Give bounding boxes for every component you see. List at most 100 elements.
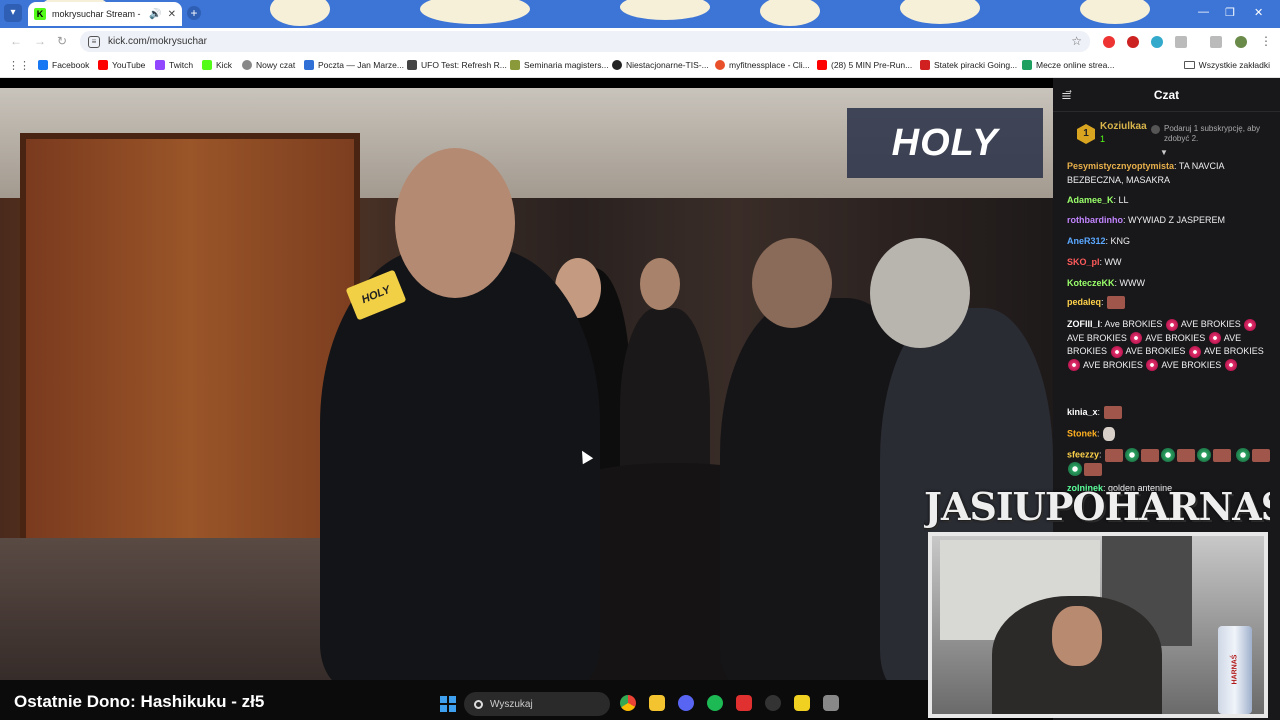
- site-info-icon[interactable]: ≡: [88, 35, 100, 48]
- emote: [1197, 448, 1212, 462]
- file-explorer-icon[interactable]: [649, 695, 665, 711]
- maximize-icon[interactable]: ❐: [1225, 6, 1235, 19]
- emote: [1161, 448, 1176, 462]
- kick-favicon: K: [34, 8, 46, 20]
- bookmark-ufo-test[interactable]: UFO Test: Refresh R...: [407, 60, 507, 70]
- bookmark-statek[interactable]: Statek piracki Going...: [920, 60, 1017, 70]
- close-window-icon[interactable]: ✕: [1254, 6, 1263, 19]
- bookmark-youtube[interactable]: YouTube: [98, 60, 145, 70]
- video-person-head: [870, 238, 970, 348]
- emote: [1068, 462, 1082, 476]
- puzzle-icon[interactable]: [1175, 36, 1187, 48]
- emote: [1107, 296, 1126, 310]
- cloud-decoration: [760, 0, 820, 26]
- cloud-decoration: [420, 0, 530, 24]
- bookmark-poczta[interactable]: Poczta — Jan Marze...: [304, 60, 404, 70]
- speaker-icon[interactable]: 🔊: [149, 9, 161, 20]
- app-icon[interactable]: [736, 695, 752, 711]
- bookmark-twitch[interactable]: Twitch: [155, 60, 193, 70]
- avatar[interactable]: [1235, 36, 1247, 48]
- emote: [1103, 406, 1122, 420]
- all-bookmarks-button[interactable]: Wszystkie zakładki: [1183, 60, 1270, 70]
- bookmark-pre-run[interactable]: (28) 5 MIN Pre-Run...: [817, 60, 912, 70]
- extension-icon[interactable]: [1127, 36, 1139, 48]
- facecam: HARNAŚ: [928, 532, 1268, 718]
- reload-icon[interactable]: ↻: [57, 34, 67, 48]
- video-person-head: [640, 258, 680, 310]
- url-field[interactable]: ≡ kick.com/mokrysuchar ☆: [80, 31, 1090, 52]
- bookmark-kick[interactable]: Kick: [202, 60, 232, 70]
- emote: [1103, 427, 1116, 441]
- bookmark-niestacjonarne[interactable]: Niestacjonarne-TIS-...: [612, 60, 709, 70]
- chat-message: AneR312: KNG: [1067, 236, 1131, 246]
- menu-icon[interactable]: ⋮: [1260, 34, 1272, 48]
- emote: [1068, 359, 1080, 372]
- apps-icon[interactable]: ⋮⋮: [8, 59, 30, 72]
- chat-message: Stonek:: [1067, 427, 1273, 441]
- chat-icon: [242, 60, 252, 70]
- gift-sub-prompt[interactable]: Podaruj 1 subskrypcję, aby zdobyć 2.: [1151, 124, 1264, 144]
- emote: [1244, 318, 1257, 331]
- chrome-icon[interactable]: [620, 695, 636, 711]
- downloads-icon[interactable]: [1210, 36, 1222, 48]
- emote: [1130, 332, 1143, 345]
- forward-icon[interactable]: →: [34, 34, 46, 48]
- discord-icon[interactable]: [678, 695, 694, 711]
- chat-message: sfeezzy:: [1067, 448, 1273, 476]
- emote: [1188, 345, 1201, 358]
- beer-can: HARNAŚ: [1218, 626, 1252, 714]
- emote: [1235, 448, 1250, 462]
- app-icon[interactable]: [823, 695, 839, 711]
- emote: [1105, 448, 1124, 462]
- chat-message: kinia_x:: [1067, 406, 1273, 420]
- chat-message: ZOFIII_I: Ave BROKIES AVE BROKIES AVE BR…: [1067, 318, 1264, 372]
- active-tab[interactable]: K mokrysuchar Stream - Wat 🔊 ✕: [28, 2, 182, 26]
- back-icon[interactable]: ←: [10, 34, 22, 48]
- extension-icon[interactable]: [1151, 36, 1163, 48]
- windows-start-icon[interactable]: [440, 696, 456, 712]
- video-player[interactable]: HOLY HOLY: [0, 88, 1053, 680]
- spotify-icon[interactable]: [707, 695, 723, 711]
- expand-leaderboard-icon[interactable]: ▼: [1160, 148, 1168, 157]
- emote: [1125, 448, 1140, 462]
- tab-search-button[interactable]: ▾: [4, 4, 22, 22]
- chat-message: pedaleq:: [1067, 296, 1273, 310]
- ufo-icon: [407, 60, 417, 70]
- new-tab-button[interactable]: +: [187, 6, 201, 20]
- chat-message: rothbardinho: WYWIAD Z JASPEREM: [1067, 215, 1226, 225]
- football-icon: [1022, 60, 1032, 70]
- bookmark-facebook[interactable]: Facebook: [38, 60, 89, 70]
- search-icon: [474, 699, 483, 709]
- video-person-head: [752, 238, 832, 328]
- minimize-icon[interactable]: —: [1198, 6, 1209, 18]
- globe-icon: [612, 60, 622, 70]
- bookmark-seminaria[interactable]: Seminaria magisters...: [510, 60, 609, 70]
- fitness-icon: [715, 60, 725, 70]
- emote: [1084, 462, 1102, 476]
- cloud-decoration: [270, 0, 330, 26]
- kick-icon: [202, 60, 212, 70]
- bookmark-mecze[interactable]: Mecze online strea...: [1022, 60, 1114, 70]
- emote: [1224, 359, 1237, 372]
- bookmarks-bar: ⋮⋮ Facebook YouTube Twitch Kick Nowy cza…: [0, 55, 1280, 78]
- emote: [1141, 448, 1160, 462]
- bookmark-nowy-czat[interactable]: Nowy czat: [242, 60, 295, 70]
- bookmark-star-icon[interactable]: ☆: [1071, 34, 1082, 48]
- facecam-face: [1052, 606, 1102, 666]
- chat-message: Adamee_K: LL: [1067, 195, 1129, 205]
- address-bar-row: ← → ↻ ≡ kick.com/mokrysuchar ☆ ⋮: [0, 28, 1280, 55]
- chat-message: Pesymistycznyoptymista: TA NAVCIA BEZBEC…: [1067, 161, 1225, 185]
- close-icon[interactable]: ✕: [168, 9, 176, 20]
- emote: [1177, 448, 1196, 462]
- sticky-notes-icon[interactable]: [794, 695, 810, 711]
- obs-icon[interactable]: [765, 695, 781, 711]
- extension-icon[interactable]: [1103, 36, 1115, 48]
- taskbar-search[interactable]: Wyszukaj: [464, 692, 610, 716]
- cloud-decoration: [900, 0, 980, 24]
- gift-leaderboard: 1 Koziulkaa 1 Podaruj 1 subskrypcję, aby…: [1053, 112, 1280, 158]
- bookmark-myfitnessplace[interactable]: myfitnessplace - Cli...: [715, 60, 810, 70]
- top-gifter-name[interactable]: Koziulkaa: [1100, 121, 1147, 132]
- windows-taskbar: Wyszukaj: [430, 686, 850, 720]
- browser-title-bar: ▾ K mokrysuchar Stream - Wat 🔊 ✕ + — ❐ ✕: [0, 0, 1280, 28]
- folder-icon: [1183, 61, 1195, 69]
